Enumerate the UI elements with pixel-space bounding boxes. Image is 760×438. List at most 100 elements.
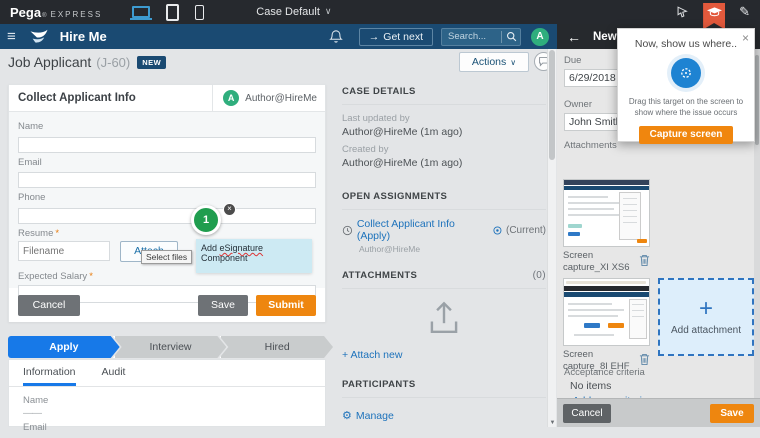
gear-icon: ⚙ — [342, 409, 352, 422]
scrollbar-thumb[interactable] — [549, 50, 555, 160]
created-by-label: Created by — [342, 144, 546, 155]
pointer-tool-icon[interactable] — [675, 5, 689, 19]
search-icon[interactable] — [506, 31, 517, 42]
app-title: Hire Me — [60, 29, 107, 44]
attachments-title: ATTACHMENTS (0) — [342, 270, 546, 281]
search-box — [441, 28, 521, 46]
pega-logo: Pega® EXPRESS — [10, 5, 102, 20]
story-cancel-button[interactable]: Cancel — [563, 404, 611, 423]
pega-bird-icon — [28, 28, 50, 45]
popup-instructions: Drag this target on the screen to show w… — [618, 97, 754, 119]
resume-label: Resume* — [18, 228, 316, 239]
device-preview-switcher — [132, 4, 204, 21]
tabs-panel: Information Audit Name —— Email — [8, 359, 326, 427]
tab-audit[interactable]: Audit — [102, 366, 126, 386]
stage-interview[interactable]: Interview — [113, 336, 227, 358]
save-button[interactable]: Save — [198, 295, 248, 316]
stage-chevrons: Apply Interview Hired — [8, 336, 326, 358]
target-crosshair-icon — [678, 65, 694, 81]
attach-new-link[interactable]: + Attach new — [342, 349, 402, 361]
review-email-label: Email — [23, 422, 311, 433]
assignee-chip: A Author@HireMe — [212, 85, 325, 111]
attachments-count: (0) — [533, 270, 546, 281]
capture-1-name: Screen capture_XI XS6 — [563, 250, 635, 274]
search-input[interactable] — [448, 31, 497, 42]
laptop-icon[interactable] — [132, 6, 150, 18]
case-selector-label: Case Default — [256, 6, 320, 18]
user-avatar[interactable]: A — [531, 28, 549, 46]
page-title: Job Applicant — [8, 54, 91, 70]
arrow-right-icon: → — [369, 31, 380, 43]
stage-apply[interactable]: Apply — [8, 336, 120, 358]
phone-icon[interactable] — [195, 5, 204, 20]
tablet-icon[interactable] — [166, 4, 179, 21]
email-label: Email — [18, 157, 316, 168]
brand-suffix: EXPRESS — [51, 10, 103, 19]
manage-label: Manage — [356, 410, 394, 422]
upload-icon[interactable] — [423, 299, 465, 337]
brand-trademark: ® — [42, 13, 46, 19]
story-save-button[interactable]: Save — [710, 404, 754, 423]
assignment-assignee: Author@HireMe — [359, 244, 546, 254]
esignature-annotation-tooltip: Add eSignature Component — [196, 239, 312, 273]
email-field[interactable] — [18, 172, 316, 188]
popup-title: Now, show us where.. — [618, 38, 754, 50]
capture-screen-button[interactable]: Capture screen — [639, 126, 733, 144]
cancel-button[interactable]: Cancel — [18, 295, 80, 316]
assignment-badge-icon — [493, 226, 502, 235]
story-footer: Cancel Save — [557, 398, 760, 427]
plus-icon: + — [699, 299, 713, 319]
marker-close-icon[interactable]: × — [223, 203, 236, 216]
close-icon[interactable]: × — [742, 31, 749, 45]
get-next-button[interactable]: → Get next — [359, 28, 433, 46]
chevron-down-icon: ∨ — [510, 58, 516, 67]
phone-field[interactable] — [18, 208, 316, 224]
manage-participants-link[interactable]: ⚙ Manage — [342, 409, 394, 422]
add-attachment-box[interactable]: + Add attachment — [658, 278, 754, 356]
review-name-value: —— — [23, 408, 311, 419]
case-details-title: CASE DETAILS — [342, 86, 546, 97]
details-scrollbar[interactable]: ▼ — [547, 48, 556, 427]
case-id: (J-60) — [96, 55, 130, 70]
assignment-link[interactable]: Collect Applicant Info (Apply) — [357, 218, 489, 242]
name-field[interactable] — [18, 137, 316, 153]
case-default-selector[interactable]: Case Default ∨ — [256, 6, 331, 18]
annotation-marker-1[interactable]: 1 — [191, 205, 221, 235]
pencil-icon[interactable]: ✎ — [739, 4, 750, 20]
status-badge: NEW — [137, 56, 166, 69]
trash-icon[interactable] — [639, 353, 650, 366]
screen-capture-thumbnail-1[interactable] — [563, 179, 650, 247]
filename-field[interactable] — [18, 241, 110, 261]
actions-button[interactable]: Actions ∨ — [459, 52, 529, 72]
hamburger-menu-icon[interactable]: ≡ — [7, 28, 16, 45]
name-label: Name — [18, 121, 316, 132]
divider — [501, 31, 502, 43]
stage-hired[interactable]: Hired — [219, 336, 333, 358]
chevron-down-icon: ∨ — [325, 6, 332, 18]
card-title: Collect Applicant Info — [18, 92, 136, 104]
scroll-down-arrow-icon[interactable]: ▼ — [548, 420, 557, 426]
trash-icon[interactable] — [639, 254, 650, 267]
case-details-panel: CASE DETAILS Last updated by Author@Hire… — [342, 48, 546, 427]
submit-button[interactable]: Submit — [256, 295, 316, 316]
participants-title: PARTICIPANTS — [342, 379, 546, 390]
review-name-label: Name — [23, 395, 311, 406]
notifications-bell-icon[interactable] — [329, 29, 343, 44]
acceptance-empty-text: No items — [570, 380, 611, 392]
scrollbar-thumb[interactable] — [755, 55, 759, 145]
drag-target-handle[interactable] — [671, 58, 701, 88]
assignee-avatar: A — [223, 90, 239, 106]
add-attachment-label: Add attachment — [671, 325, 741, 336]
acceptance-criteria-label: Acceptance criteria — [564, 367, 645, 378]
brand-name: Pega — [10, 5, 41, 20]
back-arrow-icon[interactable]: ← — [567, 29, 581, 45]
screen-capture-thumbnail-2[interactable] — [563, 278, 650, 346]
get-next-label: Get next — [383, 31, 423, 43]
top-bar: Pega® EXPRESS Case Default ∨ ✎ — [0, 0, 760, 24]
current-label: (Current) — [506, 225, 546, 236]
last-updated-value: Author@HireMe (1m ago) — [342, 126, 546, 138]
last-updated-label: Last updated by — [342, 113, 546, 124]
graduation-cap-icon — [707, 7, 722, 18]
clock-icon — [342, 225, 353, 236]
tab-information[interactable]: Information — [23, 366, 76, 386]
